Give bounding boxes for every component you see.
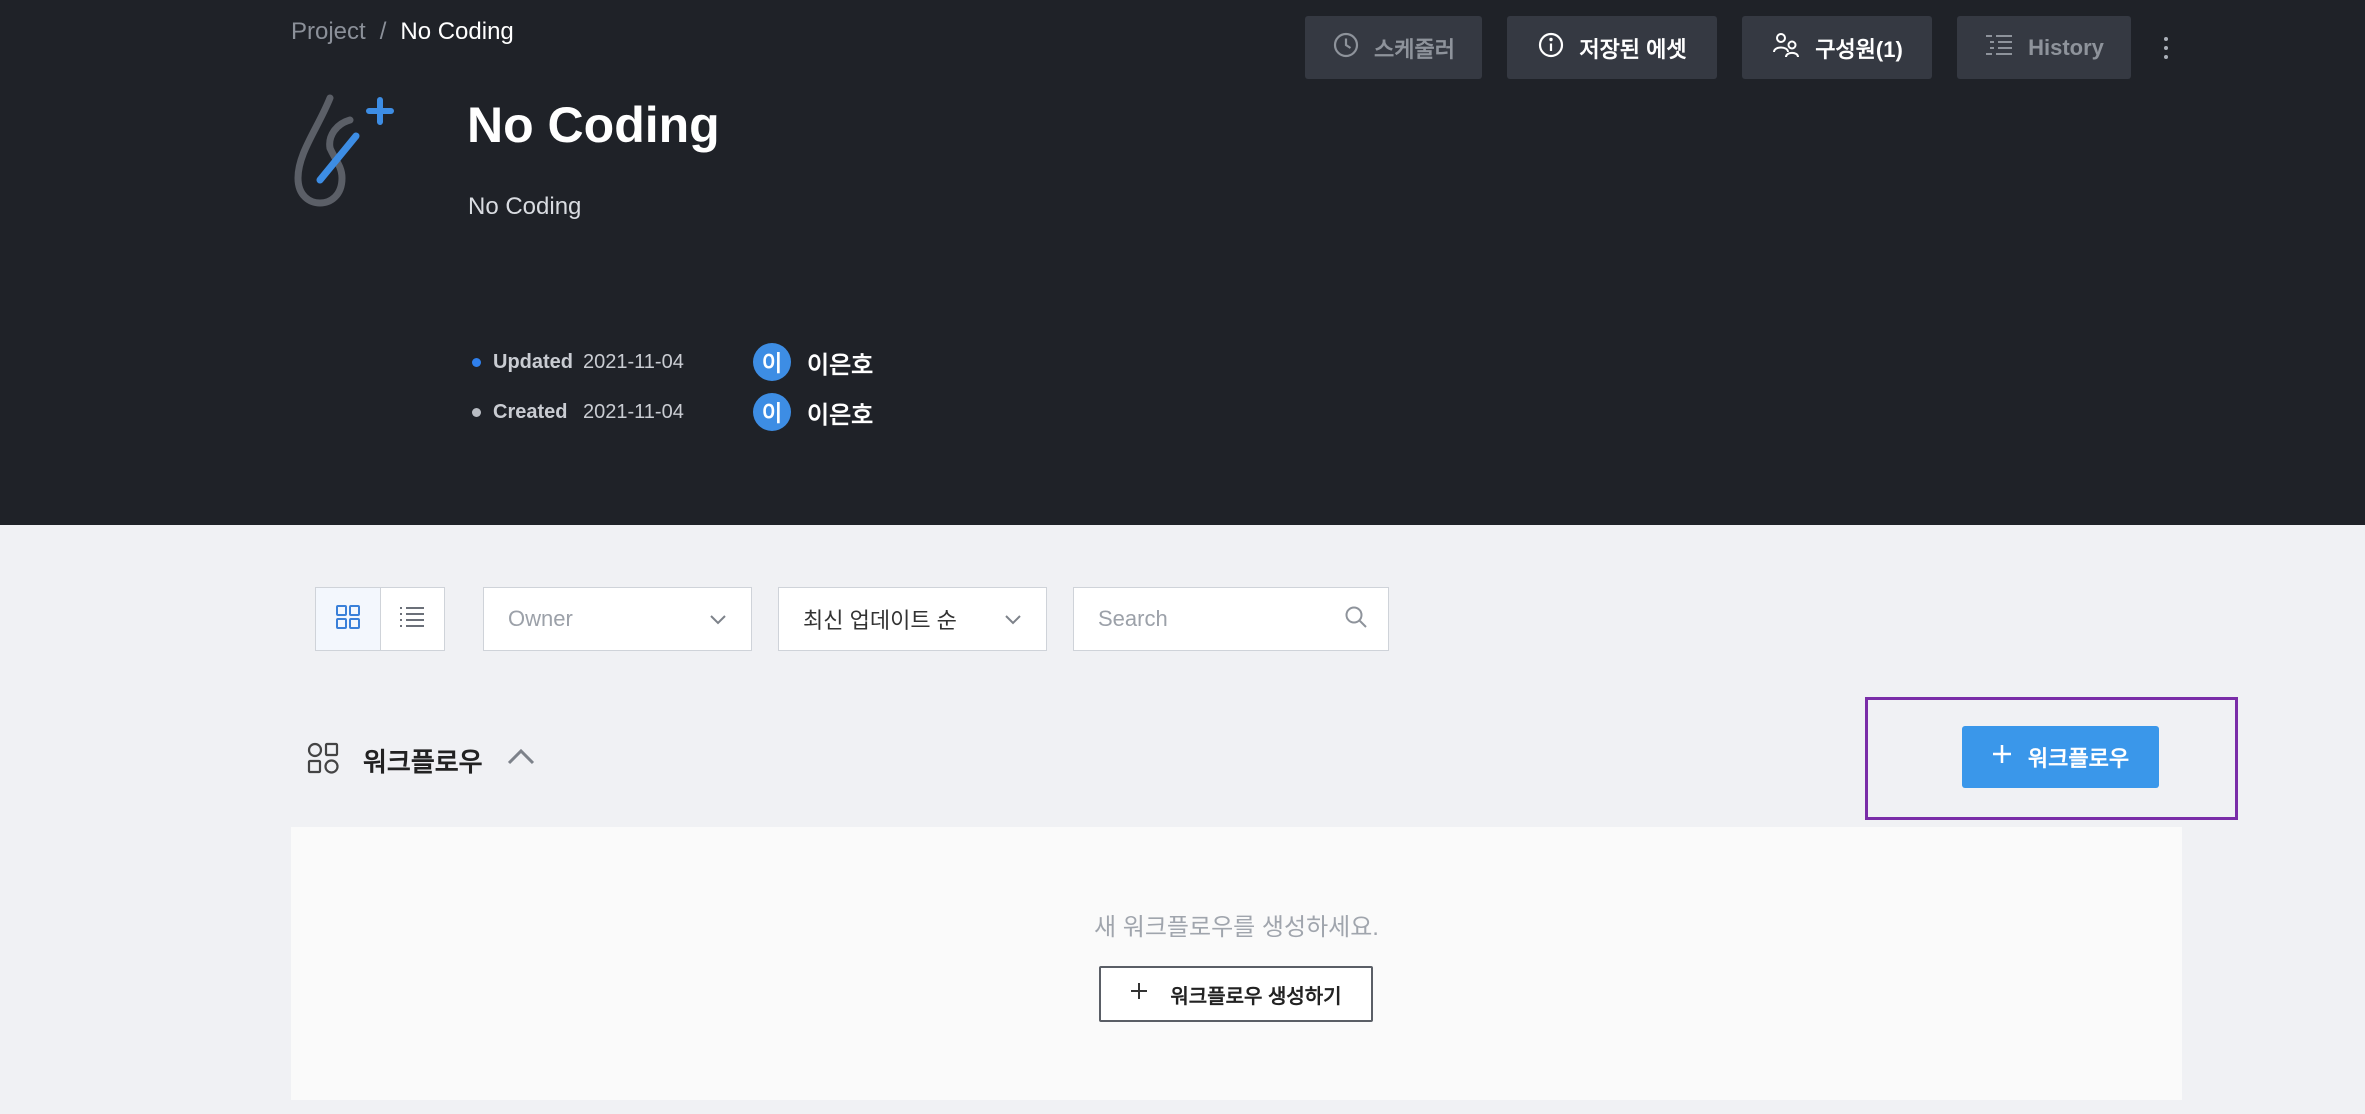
sort-select[interactable]: 최신 업데이트 순 <box>778 587 1047 651</box>
created-user: 이은호 <box>807 401 874 429</box>
created-label: Created <box>493 400 568 423</box>
info-icon <box>1537 31 1579 65</box>
view-toggle <box>315 587 445 651</box>
updated-label: Updated <box>493 350 573 373</box>
list-view-button[interactable] <box>379 588 445 650</box>
updated-row: Updated 2021-11-04 이 이은호 <box>472 343 873 381</box>
droplet-sparkle-icon <box>290 88 405 213</box>
owner-select-placeholder: Owner <box>508 606 573 631</box>
created-date: 2021-11-04 <box>583 400 684 423</box>
history-button[interactable]: History <box>1957 16 2131 79</box>
top-actions: 스케줄러 저장된 에셋 구성원(1) History <box>1305 16 2178 79</box>
create-workflow-label: 워크플로우 생성하기 <box>1170 985 1342 1008</box>
history-label: History <box>2028 34 2104 60</box>
members-button[interactable]: 구성원(1) <box>1742 16 1932 79</box>
more-vertical-icon[interactable] <box>2154 28 2178 68</box>
project-title: No Coding <box>467 97 720 153</box>
breadcrumb-current: No Coding <box>400 18 514 45</box>
workflow-empty-panel: 새 워크플로우를 생성하세요. 워크플로우 생성하기 <box>291 827 2182 1100</box>
clock-icon <box>1332 31 1374 65</box>
add-workflow-button[interactable]: 워크플로우 <box>1962 726 2159 788</box>
saved-assets-button[interactable]: 저장된 에셋 <box>1507 16 1717 79</box>
updated-dot <box>472 357 481 367</box>
members-icon <box>1771 30 1815 66</box>
members-label: 구성원(1) <box>1815 36 1903 62</box>
plus-icon <box>1992 744 2028 770</box>
search-input[interactable] <box>1098 606 1318 632</box>
breadcrumb-separator: / <box>379 18 387 45</box>
search-box <box>1073 587 1389 651</box>
grid-view-icon <box>335 604 361 635</box>
breadcrumb-root-link[interactable]: Project <box>291 18 366 46</box>
chevron-down-icon <box>1004 606 1022 632</box>
scheduler-label: 스케줄러 <box>1374 36 1455 62</box>
created-row: Created 2021-11-04 이 이은호 <box>472 393 873 431</box>
plus-icon <box>1130 982 1170 1006</box>
chevron-down-icon <box>709 606 727 632</box>
project-description: No Coding <box>468 193 582 220</box>
section-title: 워크플로우 <box>363 747 483 777</box>
scheduler-button[interactable]: 스케줄러 <box>1305 16 1482 79</box>
avatar: 이 <box>753 343 791 381</box>
search-icon[interactable] <box>1344 605 1368 634</box>
grid-view-button[interactable] <box>316 588 380 650</box>
avatar: 이 <box>753 393 791 431</box>
updated-date: 2021-11-04 <box>583 350 684 373</box>
project-header: Project / No Coding 스케줄러 저장된 에셋 구성원(1) H… <box>0 0 2365 525</box>
updated-user: 이은호 <box>807 351 874 379</box>
breadcrumb: Project / No Coding <box>291 18 514 46</box>
workflow-icon <box>306 741 340 780</box>
add-workflow-label: 워크플로우 <box>2027 746 2130 771</box>
created-dot <box>472 407 481 417</box>
list-view-icon <box>398 605 426 634</box>
saved-assets-label: 저장된 에셋 <box>1579 36 1687 62</box>
empty-message: 새 워크플로우를 생성하세요. <box>1094 914 1379 941</box>
history-icon <box>1984 32 2028 64</box>
owner-select[interactable]: Owner <box>483 587 752 651</box>
chevron-up-icon[interactable] <box>505 742 537 777</box>
sort-select-value: 최신 업데이트 순 <box>803 608 957 633</box>
create-workflow-button[interactable]: 워크플로우 생성하기 <box>1099 966 1373 1022</box>
